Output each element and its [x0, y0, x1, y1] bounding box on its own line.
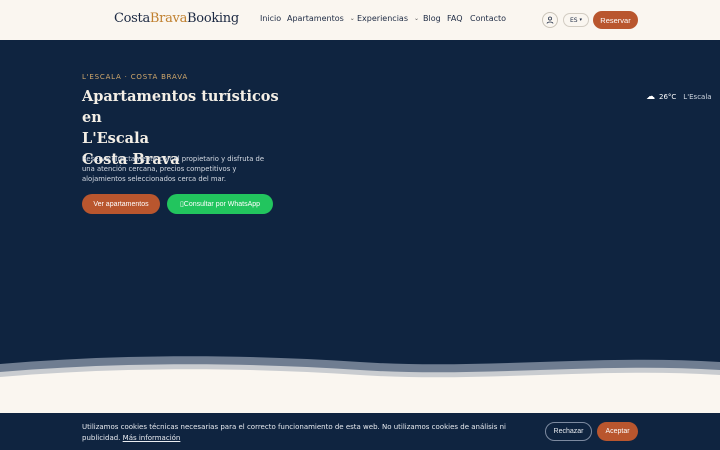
- nav-faq[interactable]: FAQ: [447, 14, 463, 23]
- chevron-down-icon: ⌄: [349, 15, 355, 22]
- chevron-down-icon: ⌄: [413, 15, 420, 22]
- reserve-button[interactable]: Reservar: [593, 11, 638, 29]
- cookie-more-info-link[interactable]: Más información: [123, 434, 181, 442]
- weather-widget: ☁ 26°C L'Escala: [646, 92, 712, 102]
- hero-description: Reserva directamente con el propietario …: [82, 155, 265, 183]
- weather-temperature: 26°C: [659, 93, 677, 101]
- user-account-button[interactable]: [542, 12, 558, 28]
- site-logo[interactable]: CostaBravaBooking: [114, 11, 239, 26]
- user-icon: [546, 16, 554, 24]
- nav-blog[interactable]: Blog: [423, 14, 441, 23]
- language-selector[interactable]: ES ▾: [563, 13, 589, 27]
- hero-section: L'ESCALA · COSTA BRAVA Apartamentos turí…: [0, 40, 720, 413]
- view-apartments-button[interactable]: Ver apartamentos: [82, 194, 160, 214]
- nav-experiencias[interactable]: Experiencias ⌄: [357, 14, 419, 23]
- wave-divider: [0, 356, 720, 413]
- cloud-icon: ☁: [646, 92, 655, 102]
- reject-cookies-button[interactable]: Rechazar: [545, 422, 592, 441]
- site-header: CostaBravaBooking Inicio Apartamentos ⌄ …: [0, 0, 720, 40]
- hero-eyebrow: L'ESCALA · COSTA BRAVA: [82, 73, 188, 81]
- chevron-down-icon: ▾: [579, 17, 583, 23]
- weather-city: L'Escala: [683, 93, 712, 101]
- cookie-banner: Utilizamos cookies técnicas necesarias p…: [0, 413, 720, 450]
- nav-apartamentos[interactable]: Apartamentos ⌄: [287, 14, 355, 23]
- cookie-message: Utilizamos cookies técnicas necesarias p…: [82, 423, 506, 442]
- whatsapp-button[interactable]: ▯ Consultar por WhatsApp: [167, 194, 273, 214]
- nav-contacto[interactable]: Contacto: [470, 14, 506, 23]
- accept-cookies-button[interactable]: Aceptar: [597, 422, 638, 441]
- nav-inicio[interactable]: Inicio: [260, 14, 281, 23]
